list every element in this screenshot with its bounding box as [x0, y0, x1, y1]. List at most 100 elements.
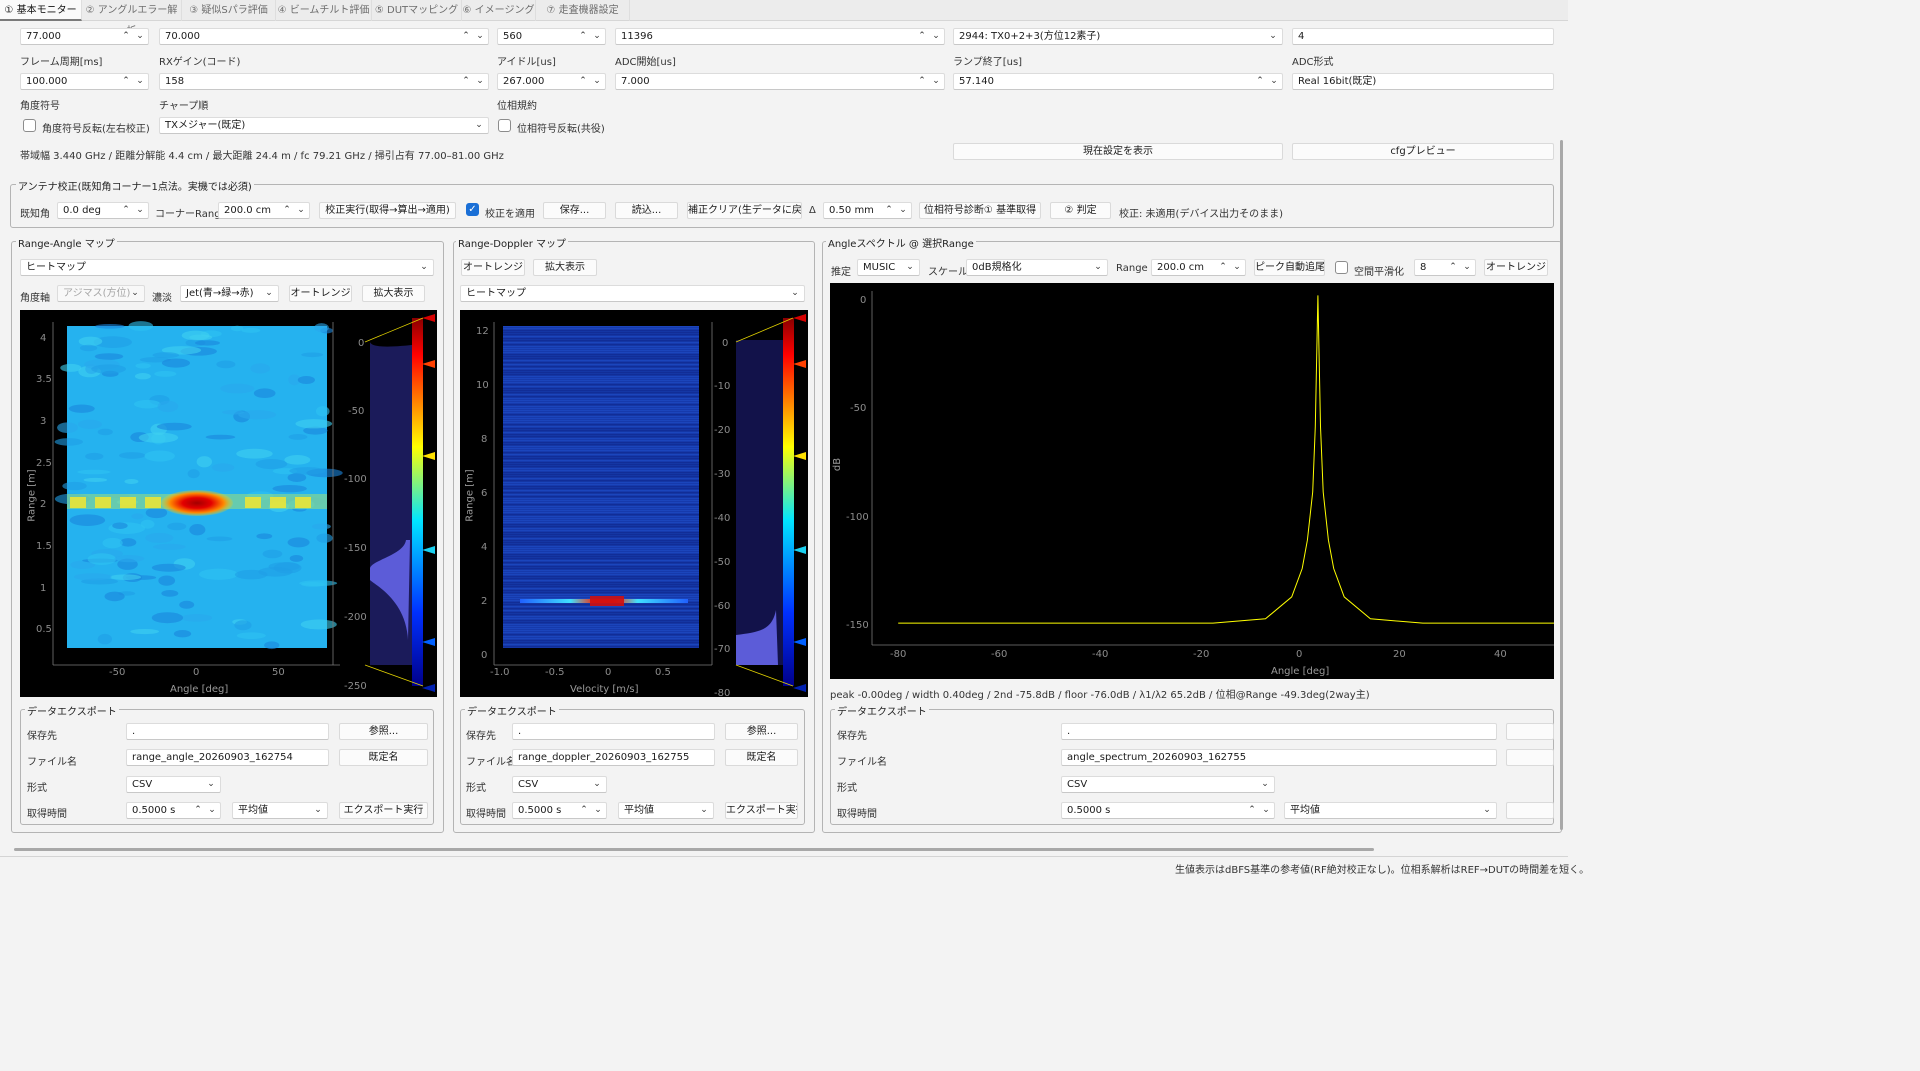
idle-spinbox[interactable]: 267.000 ⌃ ⌄: [497, 73, 606, 90]
as-xtick: 0: [1296, 649, 1303, 660]
tab-basic-monitor[interactable]: ① 基本モニター: [0, 0, 82, 21]
samples-spinbox[interactable]: 560 ⌃ ⌄: [497, 28, 606, 45]
calibrate-run-button[interactable]: 校正実行(取得→算出→適用): [319, 202, 456, 219]
known-angle-spinbox[interactable]: 0.0 deg ⌃ ⌄: [57, 202, 149, 219]
angle-axis-label: 角度軸: [20, 293, 50, 304]
apply-calibration-checkbox[interactable]: ✓: [466, 203, 479, 216]
tab-dut-mapping[interactable]: ⑤ DUTマッピング: [372, 0, 462, 21]
ra-file-input[interactable]: range_angle_20260903_162754: [126, 749, 329, 766]
rd-xtick: -1.0: [490, 667, 510, 678]
rd-colorbar-handle[interactable]: [793, 684, 806, 692]
rd-colorbar-handle[interactable]: [793, 546, 806, 554]
as-autorange-button[interactable]: オートレンジ: [1484, 259, 1548, 276]
tab-pseudo-sparam[interactable]: ③ 疑似Sパラ評価: [182, 0, 276, 21]
as-xtick: -40: [1092, 649, 1109, 660]
as-avg-select[interactable]: 平均値 ⌄: [1284, 802, 1497, 819]
ra-ctick: -100: [344, 474, 367, 485]
rd-autorange-button[interactable]: オートレンジ: [461, 259, 525, 276]
cfg-preview-button[interactable]: cfgプレビュー: [1292, 143, 1554, 160]
as-export-title: データエクスポート: [835, 703, 929, 718]
tab-beam-tilt[interactable]: ④ ビームチルト評価: [276, 0, 372, 21]
phase-diag-baseline-button[interactable]: 位相符号診断① 基準取得: [919, 202, 1041, 219]
ra-mode-select[interactable]: ヒートマップ ⌄: [20, 259, 434, 276]
range-doppler-plot[interactable]: 12 10 8 6 4 2 0 -1.0 -0.5 0 0.5 Velocity…: [460, 310, 808, 699]
rd-ctick: -60: [714, 601, 731, 612]
ra-dir-input[interactable]: .: [126, 723, 329, 740]
phase-conjugate-checkbox[interactable]: [498, 119, 511, 132]
tab-angle-error[interactable]: ② アングルエラー解析: [82, 0, 182, 37]
rd-mode-select[interactable]: ヒートマップ ⌄: [460, 285, 805, 302]
frame-period-spinbox[interactable]: 100.000 ⌃ ⌄: [20, 73, 149, 90]
delta-spinbox[interactable]: 0.50 mm ⌃ ⌄: [823, 202, 912, 219]
ra-time-spinbox[interactable]: 0.5000 s ⌃ ⌄: [126, 802, 221, 819]
rd-zoom-button[interactable]: 拡大表示: [533, 259, 597, 276]
status-divider: [0, 856, 1568, 857]
adc-format-field[interactable]: Real 16bit(既定): [1292, 73, 1554, 90]
rd-avg-select[interactable]: 平均値 ⌄: [618, 802, 714, 819]
vertical-scrollbar[interactable]: [1560, 140, 1563, 830]
ra-ytick: 1.5: [36, 541, 52, 552]
as-default-name-button[interactable]: [1506, 749, 1554, 766]
clear-calibration-button[interactable]: 補正クリア(生データに戻す): [687, 202, 802, 219]
as-time-spinbox[interactable]: 0.5000 s ⌃ ⌄: [1061, 802, 1275, 819]
rd-colorbar-handle[interactable]: [793, 314, 806, 322]
colormap-select[interactable]: Jet(青→緑→赤) ⌄: [180, 285, 279, 302]
sample-rate-spinbox[interactable]: 11396 ⌃ ⌄: [615, 28, 945, 45]
as-format-select[interactable]: CSV ⌄: [1061, 776, 1275, 793]
smoothing-spinbox[interactable]: 8 ⌃ ⌄: [1414, 259, 1476, 276]
rd-colorbar-handle[interactable]: [793, 452, 806, 460]
as-export-run-button[interactable]: [1506, 802, 1554, 819]
horizontal-scrollbar[interactable]: [14, 848, 1374, 851]
chirps-field[interactable]: 4: [1292, 28, 1554, 45]
rd-format-label: 形式: [466, 783, 486, 794]
save-calibration-button[interactable]: 保存...: [543, 202, 606, 219]
phase-judge-button[interactable]: ② 判定: [1050, 202, 1111, 219]
ra-export-run-button[interactable]: エクスポート実行: [339, 802, 428, 819]
adc-start-spinbox[interactable]: 7.000 ⌃ ⌄: [615, 73, 945, 90]
scale-select[interactable]: 0dB規格化 ⌄: [966, 259, 1108, 276]
angle-sign-invert-checkbox[interactable]: [23, 119, 36, 132]
as-dir-input[interactable]: .: [1061, 723, 1497, 740]
ra-format-select[interactable]: CSV ⌄: [126, 776, 221, 793]
chirp-order-select[interactable]: TXメジャー(既定) ⌄: [159, 117, 489, 134]
ra-avg-select[interactable]: 平均値 ⌄: [232, 802, 328, 819]
slope-spinbox[interactable]: 70.000 ⌃ ⌄: [159, 28, 489, 45]
rd-browse-button[interactable]: 参照...: [725, 723, 798, 740]
angle-axis-select[interactable]: アジマス(方位) ⌄: [57, 285, 145, 302]
ra-autorange-button[interactable]: オートレンジ: [289, 285, 352, 302]
start-freq-spinbox[interactable]: 77.000 ⌃ ⌄: [20, 28, 149, 45]
rd-ytick: 12: [476, 326, 489, 337]
ramp-end-spinbox[interactable]: 57.140 ⌃ ⌄: [953, 73, 1283, 90]
rd-export-run-button[interactable]: エクスポート実行: [725, 802, 798, 819]
as-file-input[interactable]: angle_spectrum_20260903_162755: [1061, 749, 1497, 766]
ra-time-label: 取得時間: [27, 809, 67, 820]
rd-file-input[interactable]: range_doppler_20260903_162755: [512, 749, 715, 766]
rd-colorbar-handle[interactable]: [793, 360, 806, 368]
rd-colorbar-handle[interactable]: [793, 638, 806, 646]
angle-spectrum-plot[interactable]: 0 -50 -100 -150 -80 -60 -40 -20 0 20 40 …: [830, 283, 1554, 679]
corner-range-spinbox[interactable]: 200.0 cm ⌃ ⌄: [218, 202, 310, 219]
rd-time-spinbox[interactable]: 0.5000 s ⌃ ⌄: [512, 802, 607, 819]
rd-default-name-button[interactable]: 既定名: [725, 749, 798, 766]
ra-ctick: -50: [348, 406, 365, 417]
ra-browse-button[interactable]: 参照...: [339, 723, 428, 740]
rd-format-select[interactable]: CSV ⌄: [512, 776, 607, 793]
range-angle-plot[interactable]: 4 3.5 3 2.5 2 1.5 1 0.5 -50 0 50 Angle […: [20, 310, 437, 697]
show-settings-button[interactable]: 現在設定を表示: [953, 143, 1283, 160]
tx-config-select[interactable]: 2944: TX0+2+3(方位12素子) ⌄: [953, 28, 1283, 45]
estimator-select[interactable]: MUSIC ⌄: [857, 259, 920, 276]
range-spinbox[interactable]: 200.0 cm ⌃ ⌄: [1151, 259, 1246, 276]
ra-zoom-button[interactable]: 拡大表示: [362, 285, 425, 302]
tab-imaging[interactable]: ⑥ イメージング: [462, 0, 536, 21]
ra-export-title: データエクスポート: [25, 703, 119, 718]
tab-scan-device[interactable]: ⑦ 走査機器設定: [536, 0, 630, 21]
rd-dir-input[interactable]: .: [512, 723, 715, 740]
peak-track-button[interactable]: ピーク自動追尾: [1254, 259, 1325, 276]
spatial-smoothing-checkbox[interactable]: [1335, 261, 1348, 274]
ra-default-name-button[interactable]: 既定名: [339, 749, 428, 766]
range-label: Range: [1116, 263, 1148, 274]
as-browse-button[interactable]: [1506, 723, 1554, 740]
load-calibration-button[interactable]: 読込...: [615, 202, 678, 219]
spectrum-stats: peak -0.00deg / width 0.40deg / 2nd -75.…: [830, 690, 1370, 701]
rx-gain-spinbox[interactable]: 158 ⌃ ⌄: [159, 73, 489, 90]
